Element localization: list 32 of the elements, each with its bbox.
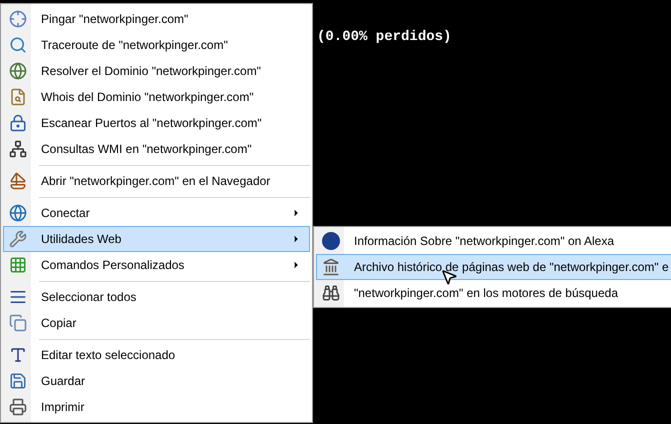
binoculars-icon [322,284,340,302]
temple-icon [322,258,340,276]
menu-item[interactable]: Imprimir [3,394,310,420]
menu-item[interactable]: Whois del Dominio "networkpinger.com" [3,84,310,110]
menu-item[interactable]: Resolver el Dominio "networkpinger.com" [3,58,310,84]
menu-item[interactable]: Traceroute de "networkpinger.com" [3,32,310,58]
menu-item[interactable]: Utilidades Web [3,226,310,252]
menu-item[interactable]: Copiar [3,310,310,336]
menu-item[interactable]: Editar texto seleccionado [3,342,310,368]
menu-item[interactable]: Conectar [3,200,310,226]
ship-icon [9,172,27,190]
menu-item[interactable]: Guardar [3,368,310,394]
lock-icon [9,114,27,132]
printer-icon [9,398,27,416]
copy-icon [9,314,27,332]
document-search-icon [9,88,27,106]
menu-item[interactable]: Archivo histórico de páginas web de "networkpinger.com" e [316,254,671,280]
letter-icon [9,346,27,364]
grid-icon [9,256,27,274]
crosshair-icon [9,10,27,28]
menu-item[interactable]: Información Sobre "networkpinger.com" on Alexa [316,228,671,254]
globe-icon [9,62,27,80]
menu-item[interactable]: Pingar "networkpinger.com" [3,6,310,32]
menu-item[interactable]: Comandos Personalizados [3,252,310,278]
menu-item[interactable]: "networkpinger.com" en los motores de búsqueda [316,280,671,306]
menu-item[interactable]: Consultas WMI en "networkpinger.com" [3,136,310,162]
menu-item[interactable]: Seleccionar todos [3,284,310,310]
menu-item[interactable]: Abrir "networkpinger.com" en el Navegador [3,168,310,194]
menu-item[interactable]: Escanear Puertos al "networkpinger.com" [3,110,310,136]
network-icon [9,140,27,158]
terminal-output: (0.00% perdidos) [317,29,452,45]
tools-icon [9,230,27,248]
